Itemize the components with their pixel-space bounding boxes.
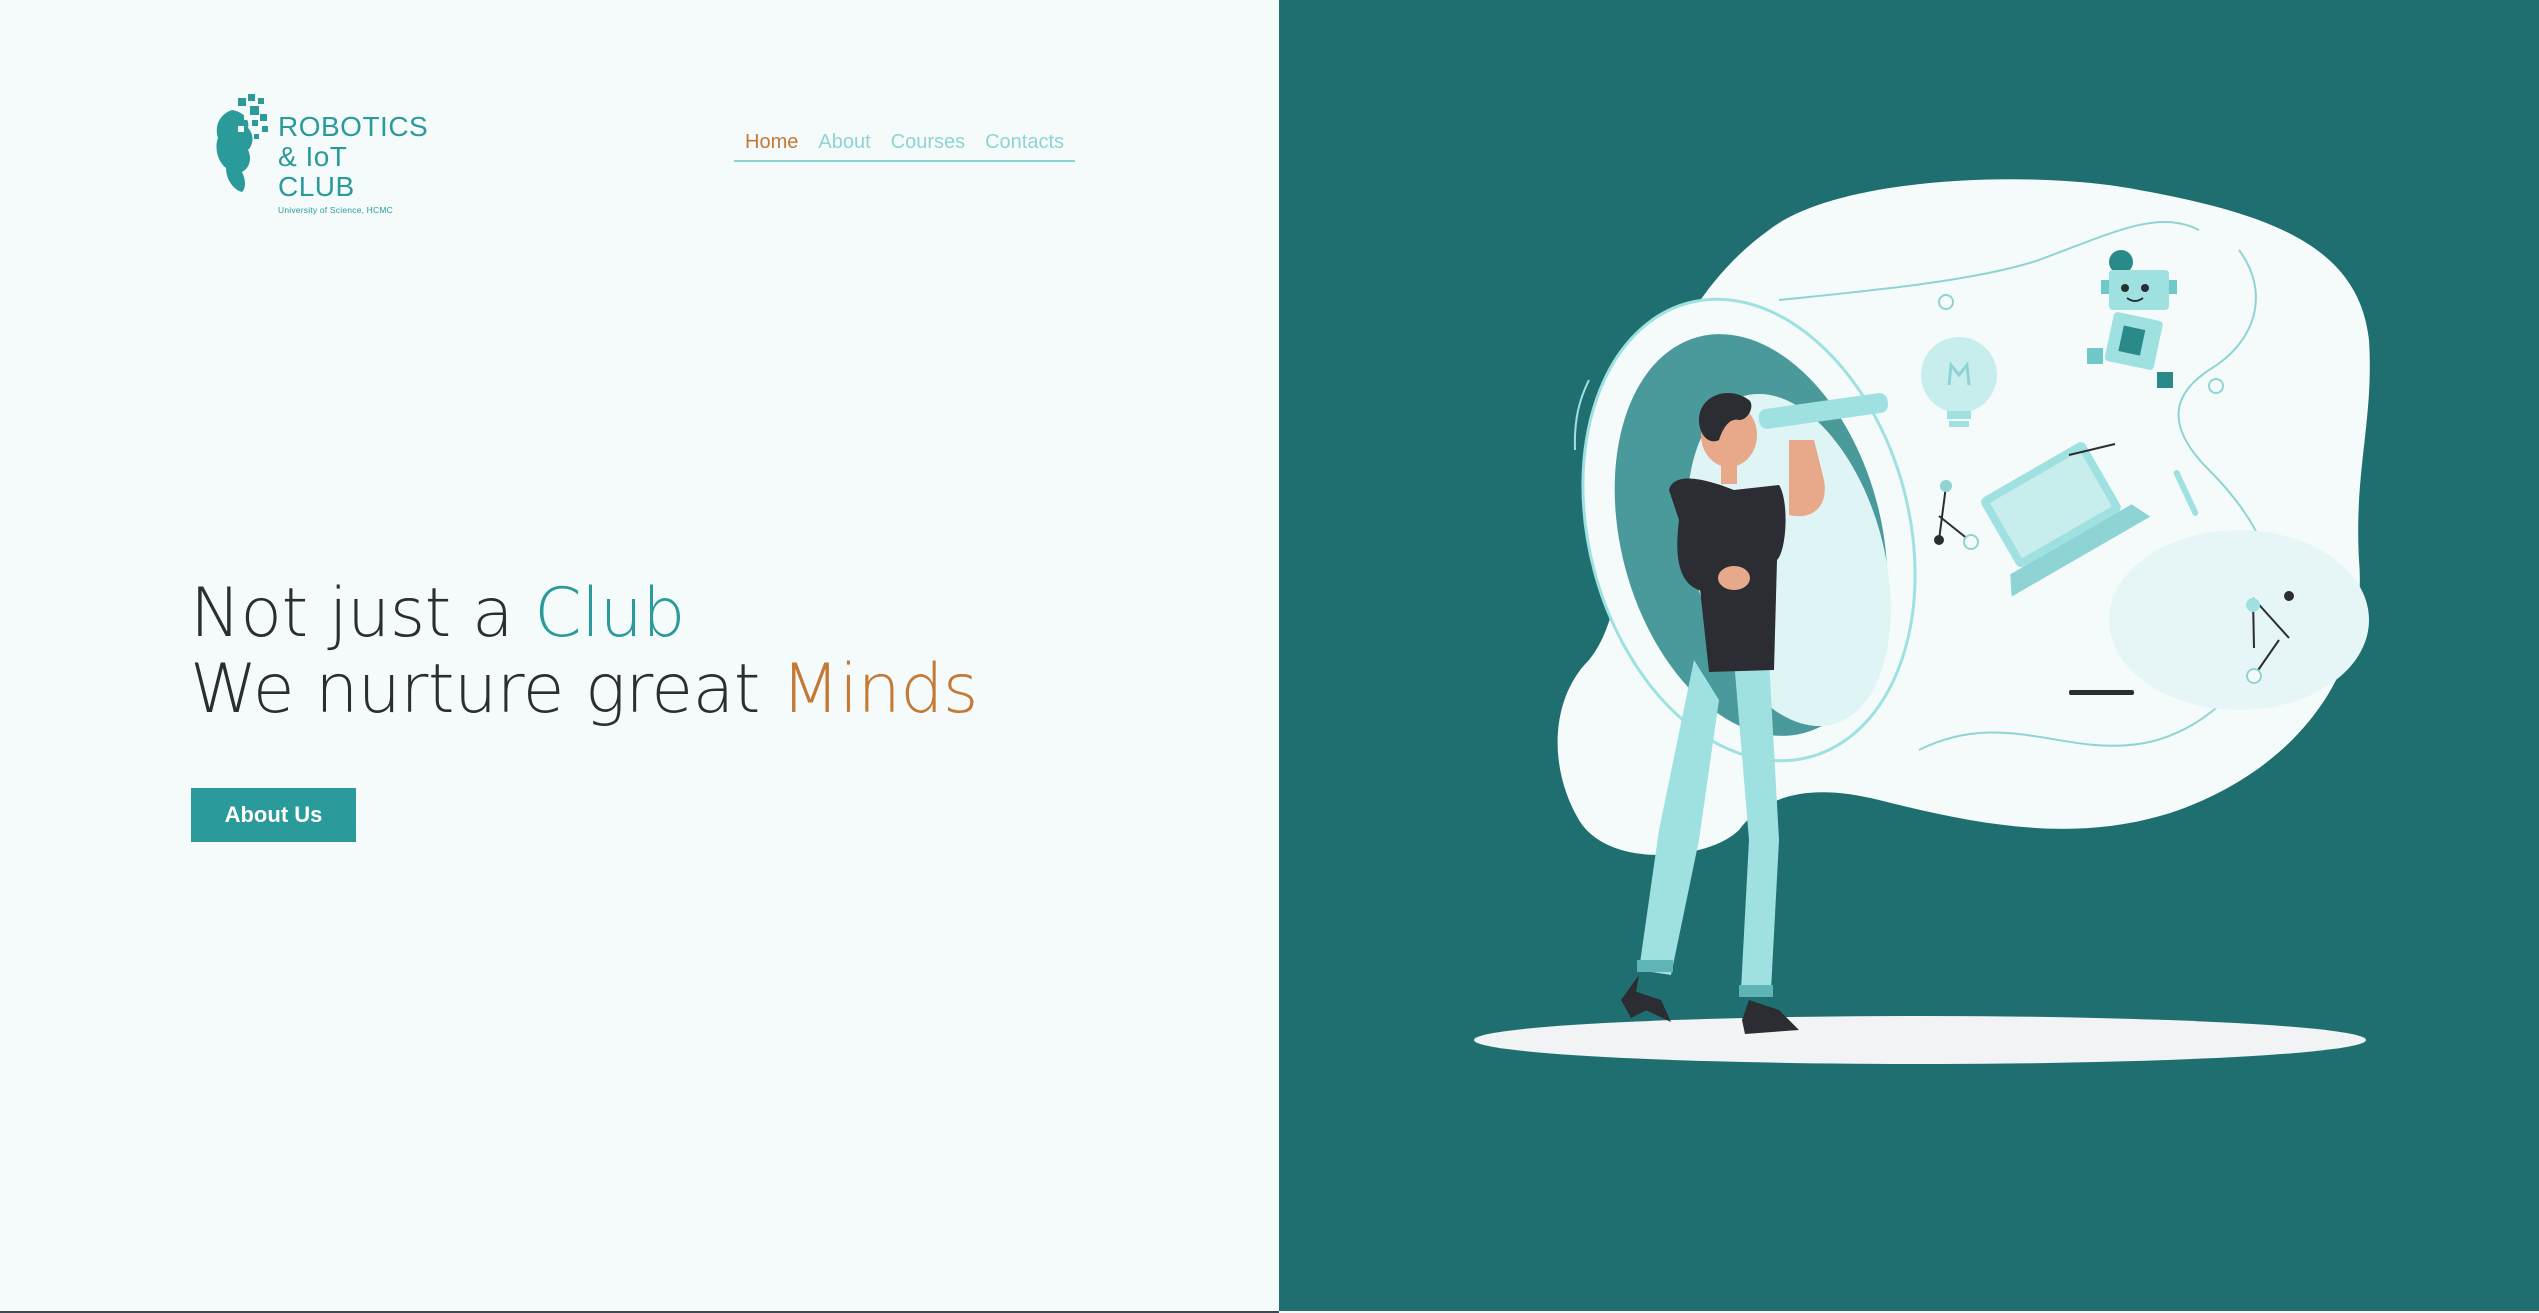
- hero-accent-club: Club: [534, 574, 685, 653]
- club-logo[interactable]: ROBOTICS & IoT CLUB University of Scienc…: [212, 92, 428, 215]
- hero-line-1: Not just a Club: [190, 576, 978, 652]
- hero-line-2-text: We nurture great: [190, 650, 782, 729]
- nav-home[interactable]: Home: [745, 128, 798, 160]
- logo-subtitle: University of Science, HCMC: [278, 205, 393, 215]
- hero-accent-minds: Minds: [781, 650, 978, 729]
- hero-line-1-text: Not just a: [190, 574, 535, 653]
- logo-title-line1: ROBOTICS: [278, 111, 429, 142]
- hero-line-2: We nurture great Minds: [190, 652, 978, 728]
- about-us-button[interactable]: About Us: [191, 788, 356, 842]
- nav-contacts[interactable]: Contacts: [985, 128, 1064, 160]
- nav-courses[interactable]: Courses: [891, 128, 965, 160]
- nav-about[interactable]: About: [818, 128, 870, 160]
- left-panel: ROBOTICS & IoT CLUB University of Scienc…: [0, 0, 1279, 1311]
- logo-text: ROBOTICS & IoT CLUB University of Scienc…: [278, 112, 428, 216]
- logo-title-line2: & IoT CLUB: [278, 141, 355, 202]
- hero-heading: Not just a Club We nurture great Minds: [190, 576, 978, 728]
- illustration-panel: [1279, 0, 2539, 1311]
- main-nav: Home About Courses Contacts: [734, 128, 1076, 162]
- brain-circuit-icon: [216, 94, 268, 192]
- person-with-telescope-illustration: [1474, 179, 2370, 1064]
